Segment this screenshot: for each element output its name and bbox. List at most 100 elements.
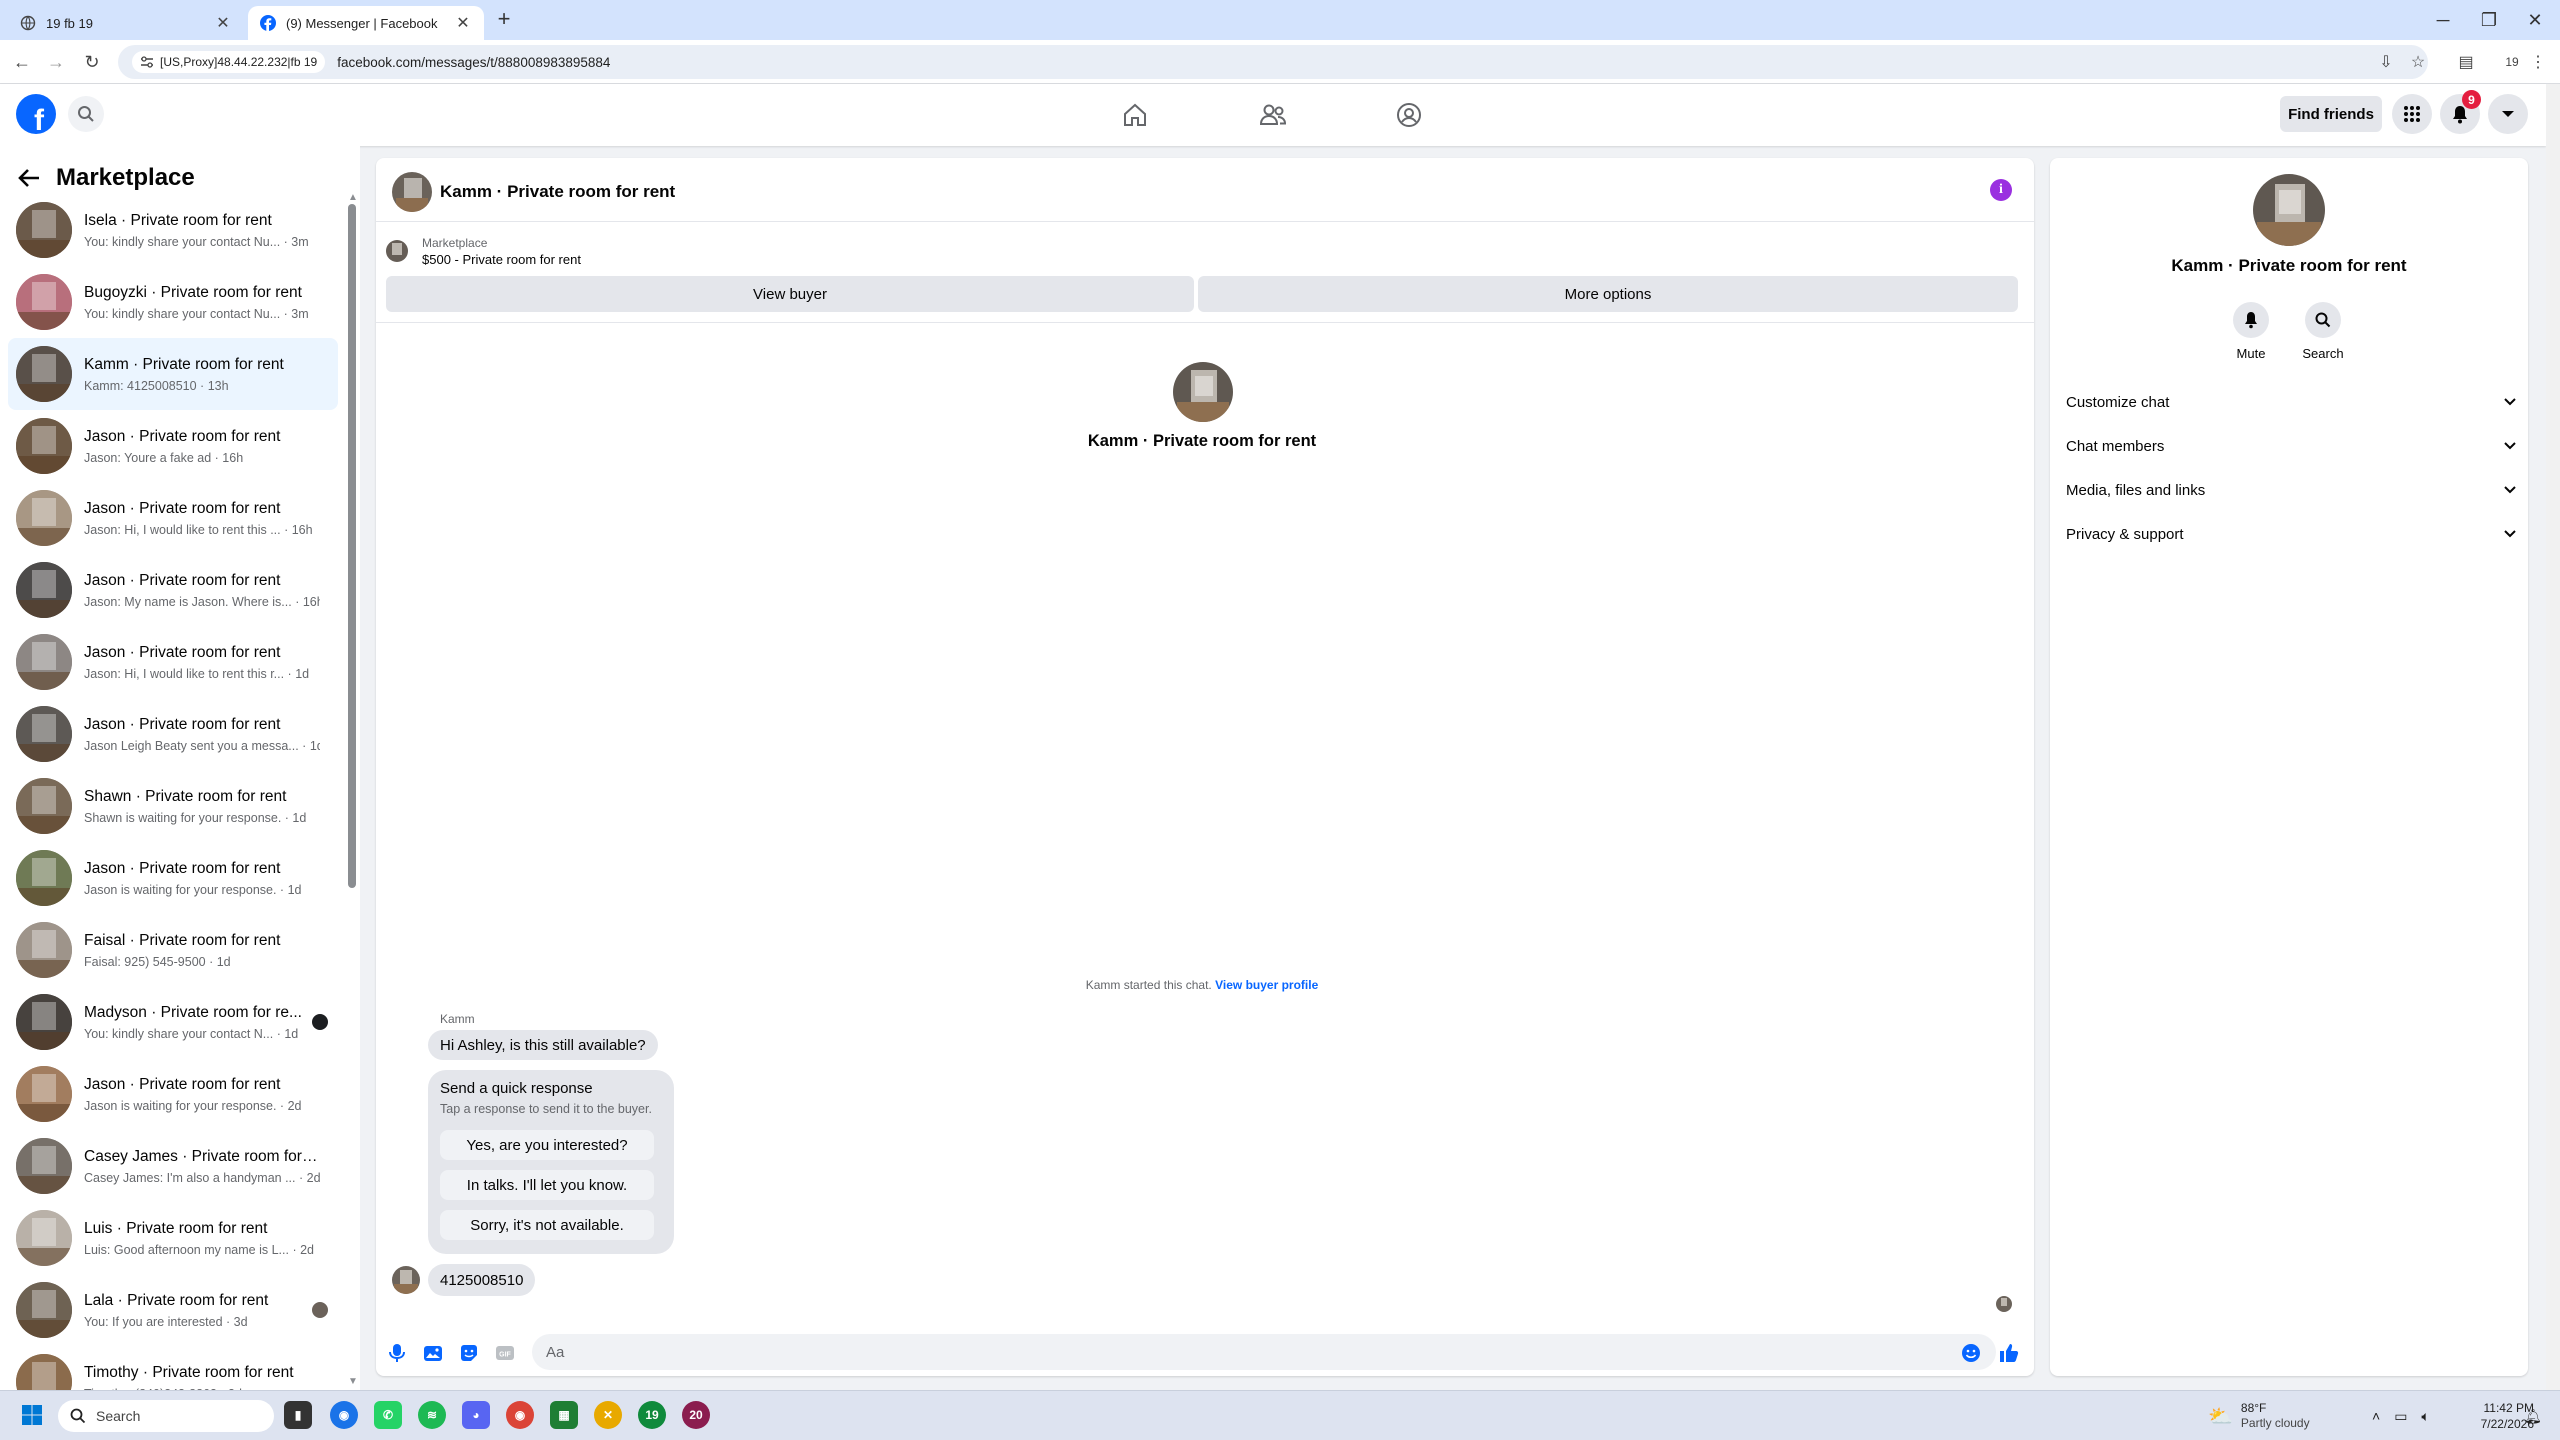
more-options-button[interactable]: More options [1198,276,2018,312]
message-composer: GIF Aa [376,1328,2034,1376]
volume-icon[interactable]: 🔈︎ [2421,1408,2429,1425]
page-scrollbar[interactable] [2546,84,2560,1390]
close-window-icon[interactable]: ✕ [2512,0,2558,40]
windows-start-icon[interactable] [18,1401,46,1429]
message-bubble[interactable]: Hi Ashley, is this still available? [428,1030,658,1060]
back-arrow-icon[interactable]: ← [10,50,34,74]
home-icon[interactable] [1118,98,1152,132]
buyer-avatar-large[interactable] [1173,362,1233,422]
chevron-up-icon[interactable]: ˄ [2372,1408,2380,1424]
profile-avatar[interactable] [2253,174,2325,246]
conversation-preview: Casey James: I'm also a handyman ... · 2… [84,1170,320,1185]
sidebar-scrollbar[interactable] [348,204,356,888]
task-view-icon[interactable]: ▮ [284,1401,312,1429]
browser-profile-19-icon[interactable]: 19 [638,1401,666,1429]
sticker-icon[interactable] [458,1342,480,1364]
spotify-icon[interactable]: ≋ [418,1401,446,1429]
forward-arrow-icon[interactable]: → [44,50,68,74]
profile-circle-icon[interactable] [1392,98,1426,132]
address-bar[interactable]: [US,Proxy]48.44.22.232|fb 19 facebook.co… [118,45,2428,79]
spreadsheet-icon[interactable]: ▦ [550,1401,578,1429]
customize-chat-row[interactable]: Customize chat [2062,382,2516,422]
conversation-item[interactable]: Jason · Private room for rent Jason is wa… [8,1058,338,1130]
friends-icon[interactable] [1256,98,1290,132]
facebook-logo-icon[interactable]: f [16,94,56,134]
media-files-links-row[interactable]: Media, files and links [2062,470,2516,510]
gif-icon[interactable]: GIF [494,1342,516,1364]
message-input[interactable]: Aa [532,1334,1996,1370]
mute-button[interactable]: Mute [2226,302,2276,361]
chat-avatar[interactable] [392,172,432,212]
bookmark-star-icon[interactable]: ☆ [2406,50,2430,74]
conversation-item[interactable]: Kamm · Private room for rent Kamm: 412500… [8,338,338,410]
conversation-avatar [16,634,72,690]
scroll-up-arrow-icon[interactable]: ▲ [348,192,358,203]
thumbs-up-icon[interactable] [1998,1342,2020,1364]
profile-badge[interactable]: 19 [2500,50,2524,74]
clock[interactable]: 11:42 PM 7/22/2026 [2452,1391,2534,1440]
weather-widget[interactable]: ⛅ 88°F Partly cloudy [2208,1391,2310,1440]
install-app-icon[interactable]: ⇩ [2374,50,2398,74]
conversation-item[interactable]: Jason · Private room for rent Jason is wa… [8,842,338,914]
reload-icon[interactable]: ↻ [80,50,104,74]
close-tab-icon[interactable]: ✕ [454,13,472,33]
close-tab-icon[interactable]: ✕ [214,13,232,33]
conversation-item[interactable]: Casey James · Private room for r... Casey… [8,1130,338,1202]
conversation-item[interactable]: Jason · Private room for rent Jason: Hi, … [8,626,338,698]
conversation-item[interactable]: Timothy · Private room for rentTimothy: … [8,1346,338,1390]
quick-response-in-talks-button[interactable]: In talks. I'll let you know. [440,1170,654,1200]
emoji-icon[interactable] [1960,1342,1982,1364]
photo-icon[interactable] [422,1342,444,1364]
browser-tab-messenger[interactable]: (9) Messenger | Facebook ✕ [248,6,484,40]
view-buyer-button[interactable]: View buyer [386,276,1194,312]
scroll-down-arrow-icon[interactable]: ▼ [348,1376,358,1387]
browser-tab-fb19[interactable]: 19 fb 19 ✕ [8,6,244,40]
back-arrow-icon[interactable] [18,168,40,188]
search-in-chat-button[interactable]: Search [2298,302,2348,361]
conversation-item[interactable]: Bugoyzki · Private room for rent You: kin… [8,266,338,338]
proxy-chip[interactable]: [US,Proxy]48.44.22.232|fb 19 [132,51,326,73]
view-buyer-profile-link[interactable]: View buyer profile [1215,978,1318,992]
minimize-icon[interactable]: ─ [2420,0,2466,40]
side-panel-icon[interactable]: ▤ [2454,50,2478,74]
conversation-item[interactable]: Luis · Private room for rent Luis: Good a… [8,1202,338,1274]
conversation-preview: Faisal: 925) 545-9500 · 1d [84,954,231,969]
browser-profile-20-icon[interactable]: 20 [682,1401,710,1429]
find-friends-button[interactable]: Find friends [2280,96,2382,132]
conversation-item[interactable]: Jason · Private room for rent Jason: Your… [8,410,338,482]
conversation-item[interactable]: Isela · Private room for rent You: kindly… [8,194,338,266]
conversation-item[interactable]: Madyson · Private room for re... You: kin… [8,986,338,1058]
listing-summary[interactable]: Marketplace $500 - Private room for rent [386,236,581,267]
chrome-icon[interactable]: ◉ [330,1401,358,1429]
conversation-item[interactable]: Jason · Private room for rent Jason Leigh… [8,698,338,770]
conversation-item[interactable]: Jason · Private room for rent Jason: Hi, … [8,482,338,554]
menu-grid-icon[interactable] [2392,94,2432,134]
account-chevron-icon[interactable] [2488,94,2528,134]
restore-icon[interactable]: ❐ [2466,0,2512,40]
notification-bell-icon[interactable]: 🔔︎ [2524,1391,2542,1440]
quick-response-yes-button[interactable]: Yes, are you interested? [440,1130,654,1160]
privacy-support-row[interactable]: Privacy & support [2062,514,2516,554]
conversation-item[interactable]: Lala · Private room for rent You: If you … [8,1274,338,1346]
whatsapp-icon[interactable]: ✆ [374,1401,402,1429]
app-icon[interactable]: ✕ [594,1401,622,1429]
taskbar-search[interactable]: Search [58,1400,274,1432]
conversation-item[interactable]: Faisal · Private room for rent Faisal: 92… [8,914,338,986]
search-icon[interactable] [68,96,104,132]
chat-members-row[interactable]: Chat members [2062,426,2516,466]
message-bubble[interactable]: 4125008510 [428,1264,536,1296]
info-icon[interactable]: i [1990,179,2012,201]
microphone-icon[interactable] [386,1342,408,1364]
sender-avatar[interactable] [392,1266,420,1294]
kebab-menu-icon[interactable]: ⋮ [2526,50,2550,74]
notifications-bell-icon[interactable]: 9 [2440,90,2481,134]
network-icon[interactable]: ▭ [2394,1408,2407,1425]
quick-response-not-available-button[interactable]: Sorry, it's not available. [440,1210,654,1240]
discord-icon[interactable]: ◕ [462,1401,490,1429]
conversation-item[interactable]: Jason · Private room for rent Jason: My n… [8,554,338,626]
conversation-text: Bugoyzki · Private room for rent You: kin… [84,284,320,321]
conversation-item[interactable]: Shawn · Private room for rent Shawn is wa… [8,770,338,842]
chat-title[interactable]: Kamm · Private room for rent [440,182,675,202]
chrome-profile-icon[interactable]: ◉ [506,1401,534,1429]
new-tab-button[interactable]: + [492,8,516,32]
